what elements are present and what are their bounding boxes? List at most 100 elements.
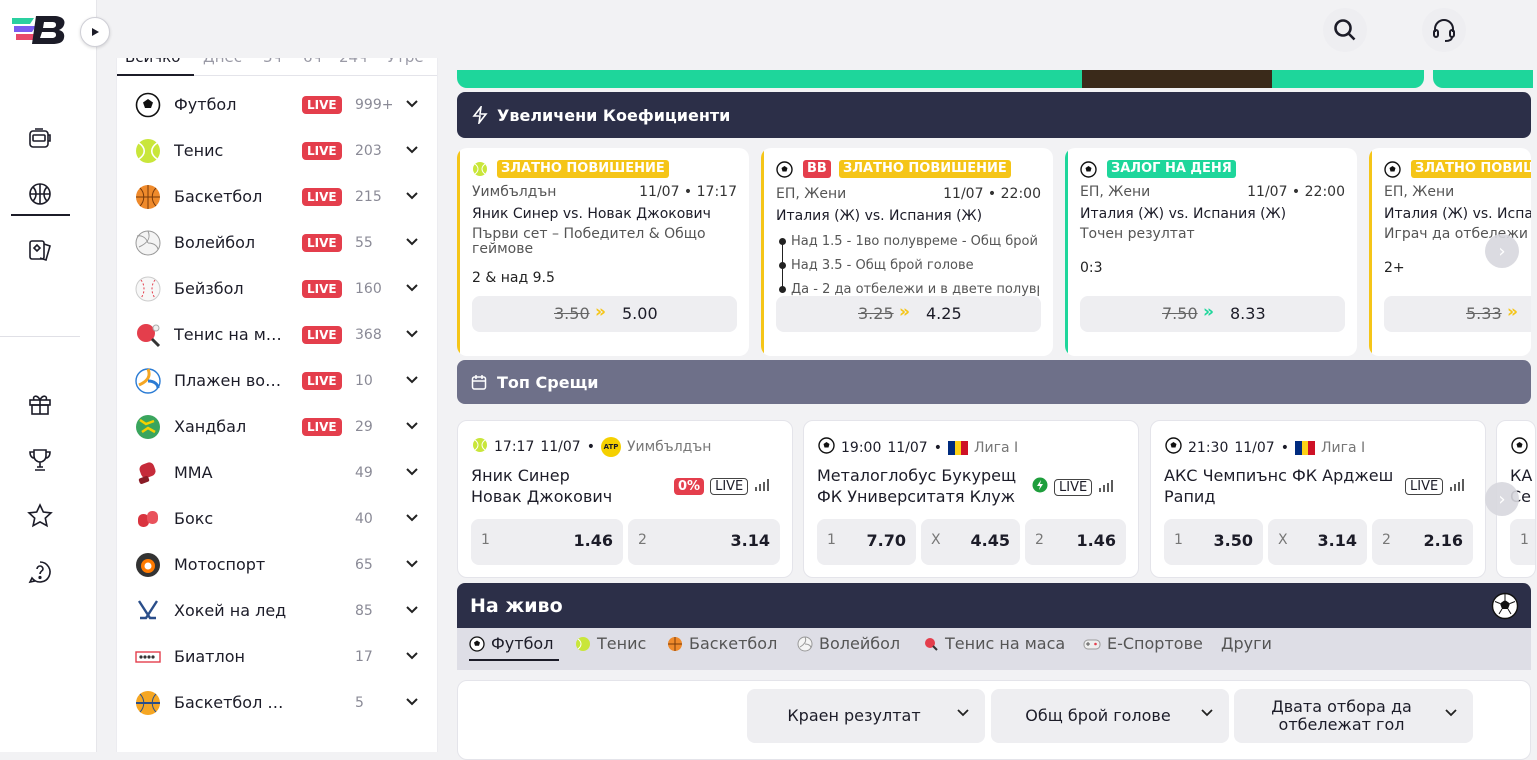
sport-row[interactable]: Плажен волейбол LIVE 10 (117, 358, 437, 404)
stats-icon[interactable] (1449, 477, 1465, 496)
trophy-icon[interactable] (24, 444, 56, 476)
match-card[interactable]: 17:17 11/07 • ATP Уимбълдън Яник Синер Н… (457, 420, 793, 578)
chevron-down-icon[interactable] (405, 189, 419, 203)
odds-button[interactable]: 1 (1510, 519, 1535, 565)
odds-button[interactable]: 2 1.46 (1025, 519, 1126, 565)
live-tab-basketball[interactable]: Баскетбол (667, 634, 777, 653)
tab-tomorrow[interactable]: Утре (387, 58, 424, 66)
sport-row[interactable]: Бокс 40 (117, 496, 437, 542)
sport-row[interactable]: Мотоспорт 65 (117, 542, 437, 588)
sport-row[interactable]: Хокей на лед 85 (117, 588, 437, 634)
odds-button[interactable]: 1 3.50 (1164, 519, 1263, 565)
gift-icon[interactable] (24, 388, 56, 420)
top-matches-next-button[interactable]: › (1485, 482, 1519, 516)
sport-row[interactable]: Бейзбол LIVE 160 (117, 266, 437, 312)
bet-leg: Над 3.5 - Общ брой голове (779, 258, 1039, 282)
sport-row[interactable]: ММА 49 (117, 450, 437, 496)
chevron-down-icon[interactable] (405, 603, 419, 617)
sport-row[interactable]: Хандбал LIVE 29 (117, 404, 437, 450)
odds-button[interactable]: X 4.45 (921, 519, 1020, 565)
match-header (1511, 437, 1528, 458)
event-datetime: 11/07 • 22:00 (943, 186, 1041, 202)
boosted-odds-button[interactable]: 5.33 » (1384, 296, 1531, 332)
boost-tag: ЗАЛОГ НА ДЕНЯ (1107, 160, 1236, 178)
odds-button[interactable]: 2 2.16 (1372, 519, 1473, 565)
chevron-down-icon[interactable] (405, 235, 419, 249)
chevron-down-icon[interactable] (405, 97, 419, 111)
tab-6h[interactable]: 6ч (303, 58, 321, 66)
tennis-icon (472, 437, 488, 457)
event-count: 10 (355, 373, 373, 389)
sport-row[interactable]: Тенис на маса LIVE 368 (117, 312, 437, 358)
live-tab-table-tennis[interactable]: Тенис на маса (923, 634, 1065, 653)
odds-button[interactable]: 1 1.46 (471, 519, 623, 565)
live-casino-icon[interactable] (24, 234, 56, 266)
sport-row[interactable]: Волейбол LIVE 55 (117, 220, 437, 266)
boosted-odds-button[interactable]: 3.50 » 5.00 (472, 296, 737, 332)
sport-row[interactable]: Баскетбол LIVE 215 (117, 174, 437, 220)
live-badge: LIVE (710, 478, 749, 495)
live-tab-football[interactable]: Футбол (469, 634, 553, 653)
boosted-odds-button[interactable]: 3.25 » 4.25 (776, 296, 1041, 332)
match-date: 11/07 (540, 439, 581, 455)
search-button[interactable] (1323, 8, 1367, 52)
sport-name: Тенис на маса (174, 325, 289, 344)
promo-banner-next[interactable] (1433, 70, 1533, 88)
boost-next-button[interactable]: › (1485, 234, 1519, 268)
event-count: 5 (355, 695, 364, 711)
tab-24h[interactable]: 24ч (339, 58, 367, 66)
stats-icon[interactable] (1098, 478, 1114, 497)
promo-banner[interactable] (457, 70, 1424, 88)
chevron-down-icon[interactable] (405, 557, 419, 571)
bet-leg: Над 1.5 - 1во полувреме - Общ брой голов… (779, 234, 1039, 258)
sports-icon[interactable] (24, 178, 56, 210)
market-select-goals[interactable]: Общ брой голове (991, 689, 1229, 743)
tab-today[interactable]: Днес (203, 58, 242, 66)
chevron-down-icon[interactable] (405, 649, 419, 663)
live-tab-other[interactable]: Други (1221, 634, 1272, 653)
boosted-odds-button[interactable]: 7.50 » 8.33 (1080, 296, 1345, 332)
chevron-down-icon[interactable] (405, 373, 419, 387)
chevron-down-icon[interactable] (405, 465, 419, 479)
sport-row[interactable]: Баскетбол 3x3 5 (117, 680, 437, 726)
tab-all[interactable]: Всичко (125, 58, 180, 66)
live-tab-esports[interactable]: Е-Спортове (1083, 634, 1203, 653)
sport-name: Баскетбол 3x3 (174, 693, 289, 712)
odds-button[interactable]: 1 7.70 (817, 519, 916, 565)
chevron-down-icon[interactable] (405, 695, 419, 709)
match-card[interactable]: 19:00 11/07 • Лига I Металоглобус Букуре… (803, 420, 1139, 578)
odds-label: 1 (1174, 532, 1183, 548)
odds-button[interactable]: 2 3.14 (628, 519, 780, 565)
star-icon[interactable] (24, 500, 56, 532)
boost-card[interactable]: ЗЛАТНО ПОВИШЕНИЕ Уимбълдън 11/07 • 17:17… (457, 148, 749, 356)
odds-button[interactable]: X 3.14 (1268, 519, 1367, 565)
baseball-icon (134, 275, 162, 303)
sport-row[interactable]: Футбол LIVE 999+ (117, 82, 437, 128)
stats-icon[interactable] (754, 477, 770, 496)
sport-row[interactable]: Биатлон 17 (117, 634, 437, 680)
chevron-down-icon[interactable] (405, 281, 419, 295)
chevron-down-icon[interactable] (405, 143, 419, 157)
brand-logo-icon[interactable] (10, 14, 70, 46)
handball-icon (134, 413, 162, 441)
chevron-down-icon[interactable] (405, 511, 419, 525)
casino-icon[interactable] (24, 122, 56, 154)
chevron-down-icon[interactable] (405, 327, 419, 341)
chevron-down-icon[interactable] (405, 419, 419, 433)
tab-3h[interactable]: 3ч (263, 58, 281, 66)
odds-value: 4.45 (970, 531, 1010, 550)
help-icon[interactable] (24, 556, 56, 588)
football-icon (1080, 161, 1097, 182)
market-select-result[interactable]: Краен резултат (747, 689, 985, 743)
support-button[interactable] (1422, 8, 1466, 52)
margin-badge: 0% (674, 478, 705, 495)
boost-card[interactable]: BB ЗЛАТНО ПОВИШЕНИЕ ЕП, Жени 11/07 • 22:… (761, 148, 1053, 356)
market-select-btts[interactable]: Двата отбора да отбележат гол (1234, 689, 1473, 743)
sport-row[interactable]: Тенис LIVE 203 (117, 128, 437, 174)
boost-card[interactable]: ЗАЛОГ НА ДЕНЯ ЕП, Жени 11/07 • 22:00 Ита… (1065, 148, 1357, 356)
live-tab-volleyball[interactable]: Волейбол (797, 634, 900, 653)
live-tab-tennis[interactable]: Тенис (575, 634, 646, 653)
match-card[interactable]: 21:30 11/07 • Лига I АКС Чемпиънс ФК Ард… (1150, 420, 1486, 578)
boost-tag: ЗЛАТНО ПОВИШЕНИЕ (839, 160, 1011, 178)
collapse-rail-button[interactable] (80, 17, 110, 47)
